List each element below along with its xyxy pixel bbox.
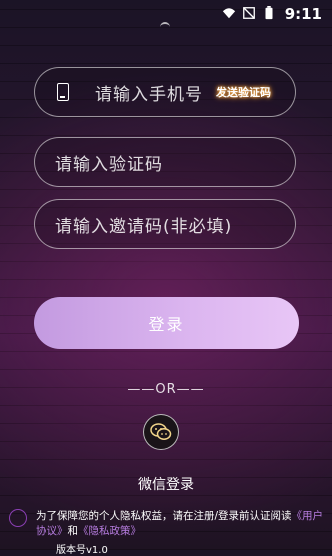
wifi-icon (222, 8, 236, 19)
agreement-checkbox[interactable] (9, 509, 27, 527)
no-signal-icon (243, 7, 255, 19)
phone-field[interactable]: 请输入手机号 发送验证码 (34, 67, 296, 117)
agreement-text: 为了保障您的个人隐私权益，请在注册/登录前认证阅读《用户协议》和《隐私政策》 (36, 509, 328, 539)
version-label: 版本号v1.0 (56, 545, 108, 556)
verification-code-field[interactable]: 请输入验证码 (34, 137, 296, 187)
login-button[interactable]: 登录 (34, 297, 299, 349)
invite-code-field[interactable]: 请输入邀请码(非必填) (34, 199, 296, 249)
top-decoration (160, 22, 170, 30)
code-placeholder: 请输入验证码 (55, 154, 163, 175)
agreement-statement: 为了保障您的个人隐私权益，请在注册/登录前认证阅读 (36, 510, 292, 522)
or-divider: ——OR—— (127, 382, 205, 397)
send-code-button[interactable]: 发送验证码 (216, 84, 271, 100)
phone-placeholder: 请输入手机号 (95, 84, 203, 105)
wechat-login-label: 微信登录 (138, 477, 194, 493)
wechat-icon (150, 423, 172, 440)
status-time: 9:11 (284, 5, 322, 23)
privacy-policy-link[interactable]: 《隐私政策》 (78, 525, 141, 537)
battery-icon (265, 6, 273, 20)
phone-icon (57, 83, 69, 101)
wechat-login-button[interactable] (143, 414, 179, 450)
invite-placeholder: 请输入邀请码(非必填) (55, 216, 233, 237)
agreement-and: 和 (67, 525, 79, 537)
status-icons (222, 6, 276, 20)
